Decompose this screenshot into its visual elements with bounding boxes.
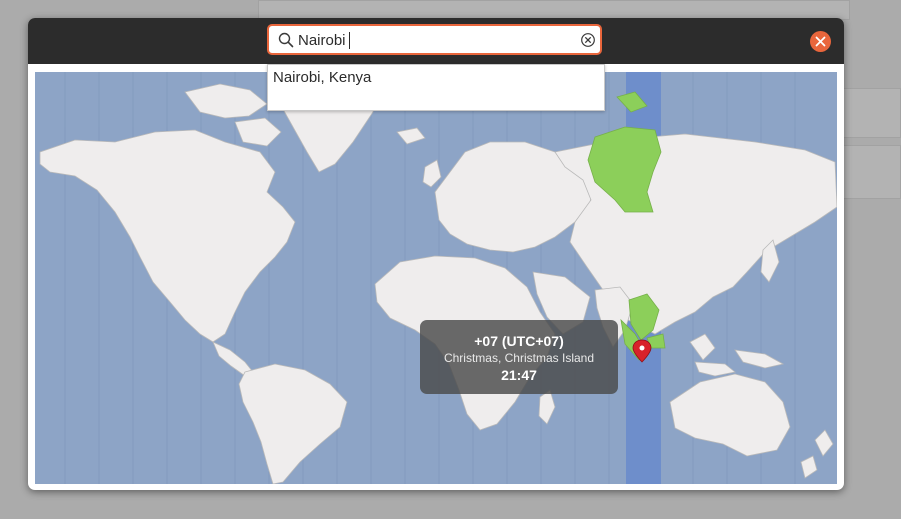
tooltip-utc-offset: +07 (UTC+07): [474, 333, 564, 349]
close-icon: [815, 36, 826, 47]
background-panel: [843, 145, 901, 199]
timezone-search-box[interactable]: [267, 24, 602, 55]
search-result-label: Nairobi, Kenya: [273, 69, 372, 86]
timezone-tooltip: +07 (UTC+07) Christmas, Christmas Island…: [420, 320, 618, 394]
timezone-dialog: Nairobi, Kenya +07 (UTC+07) Christmas, C…: [28, 18, 844, 490]
text-caret: [349, 32, 350, 49]
tooltip-local-time: 21:47: [501, 367, 537, 383]
world-map-graphic: [39, 72, 837, 484]
background-panel: [843, 88, 901, 138]
timezone-map[interactable]: [35, 72, 837, 484]
background-window-edge: [258, 0, 850, 20]
search-input[interactable]: [298, 29, 568, 51]
search-icon: [278, 32, 294, 48]
search-results-dropdown: Nairobi, Kenya: [267, 64, 605, 111]
clear-icon[interactable]: [580, 32, 596, 48]
tooltip-location: Christmas, Christmas Island: [443, 351, 595, 365]
search-result-item[interactable]: Nairobi, Kenya: [268, 65, 604, 91]
close-button[interactable]: [810, 31, 831, 52]
dialog-titlebar: [28, 18, 844, 64]
